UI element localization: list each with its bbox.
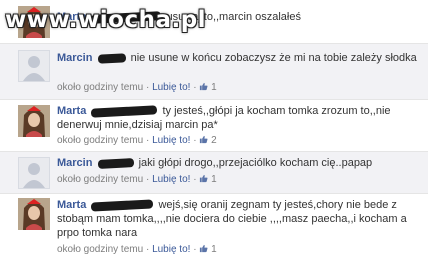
redaction-mark: [97, 52, 126, 64]
like-count[interactable]: 1: [211, 174, 217, 185]
avatar[interactable]: [18, 157, 50, 189]
redaction-mark: [91, 104, 158, 118]
avatar[interactable]: [18, 198, 50, 230]
thumbs-up-icon: [200, 135, 208, 144]
avatar[interactable]: [18, 50, 50, 82]
comment-time[interactable]: około godziny temu: [57, 244, 143, 255]
comment-meta: około godziny temu · Lubię to! · 1: [57, 82, 217, 93]
comment-text: Marta ty jesteś,,głópi ja kocham tomka z…: [57, 104, 420, 132]
comment-item: Marcin nie usune w końcu zobaczysz że mi…: [0, 44, 428, 100]
comment-author[interactable]: Marcin: [57, 157, 92, 169]
thumbs-up-icon: [200, 174, 208, 183]
like-count[interactable]: 1: [211, 244, 217, 255]
comment-item: Marcin jaki głópi drogo,,przejaciólko ko…: [0, 152, 428, 194]
like-count[interactable]: 1: [211, 82, 217, 93]
like-button[interactable]: Lubię to!: [152, 82, 190, 93]
comment-author[interactable]: Marta: [57, 199, 86, 211]
comment-text: Marta wejś,się oranij zegnam ty jesteś,c…: [57, 198, 420, 240]
comment-meta: około godziny temu · Lubię to! · 1: [57, 244, 217, 255]
like-button[interactable]: Lubię to!: [152, 135, 190, 146]
comment-author[interactable]: Marta: [57, 105, 86, 117]
thumbs-up-icon: [200, 244, 208, 253]
like-button[interactable]: Lubię to!: [152, 174, 190, 185]
watermark: www.wiocha.pl: [5, 7, 207, 33]
redaction-mark: [97, 157, 134, 169]
comment-body: jaki głópi drogo,,przejaciólko kocham ci…: [138, 157, 373, 169]
comment-item: Marta ty jesteś,,głópi ja kocham tomka z…: [0, 100, 428, 152]
comment-body: nie usune w końcu zobaczysz że mi na tob…: [130, 52, 417, 64]
like-button[interactable]: Lubię to!: [152, 244, 190, 255]
comment-time[interactable]: około godziny temu: [57, 174, 143, 185]
comment-meta: około godziny temu · Lubię to! · 1: [57, 174, 217, 185]
comment-time[interactable]: około godziny temu: [57, 135, 143, 146]
like-count[interactable]: 2: [211, 135, 217, 146]
thumbs-up-icon: [200, 82, 208, 91]
comment-time[interactable]: około godziny temu: [57, 82, 143, 93]
redaction-mark: [91, 198, 154, 212]
avatar[interactable]: [18, 105, 50, 137]
comment-item: Marta wejś,się oranij zegnam ty jesteś,c…: [0, 194, 428, 262]
comment-meta: około godziny temu · Lubię to! · 2: [57, 135, 217, 146]
comment-author[interactable]: Marcin: [57, 52, 92, 64]
comment-feed: Marta usuwaj to,,marcin oszalałeś Marcin…: [0, 0, 428, 262]
comment-text: Marcin jaki głópi drogo,,przejaciólko ko…: [57, 156, 420, 170]
comment-text: Marcin nie usune w końcu zobaczysz że mi…: [57, 51, 420, 65]
